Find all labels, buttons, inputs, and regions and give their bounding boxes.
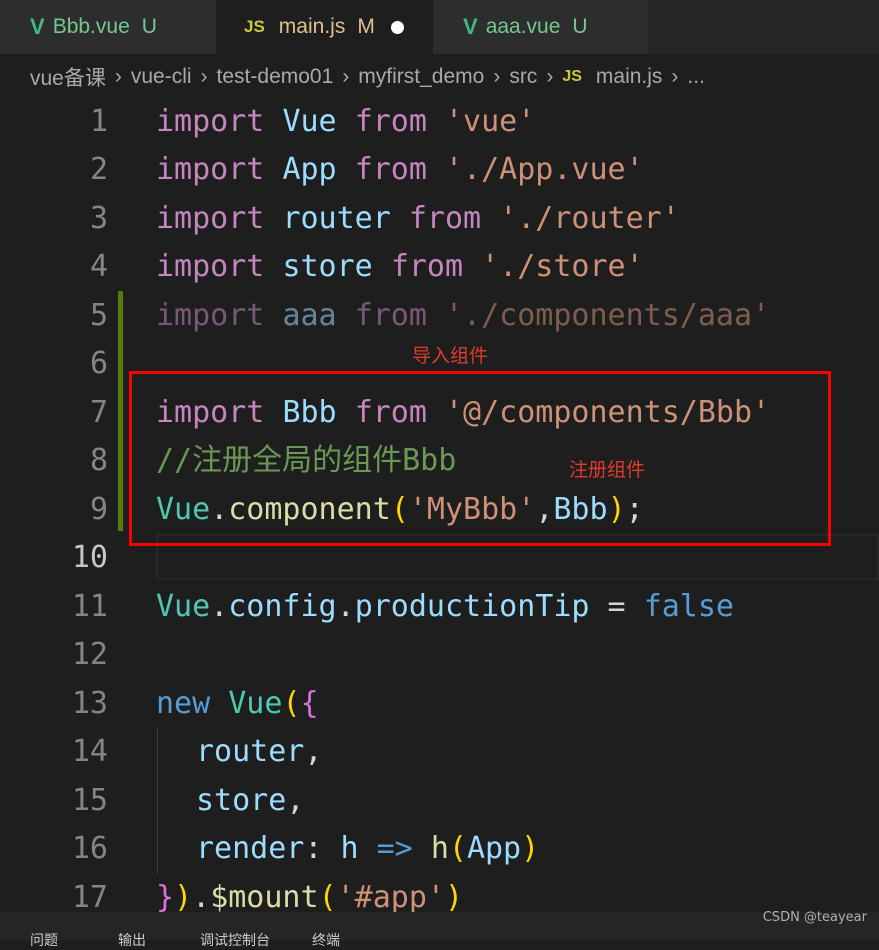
line-number: 8 (89, 443, 108, 478)
chevron-right-icon: › (493, 65, 501, 88)
line-number: 3 (89, 201, 108, 236)
breadcrumb: vue备课 › vue-cli › test-demo01 › myfirst_… (0, 54, 879, 100)
annotation-highlight-box (129, 371, 831, 546)
line-number: 2 (89, 152, 108, 187)
code-line: 15 store, (0, 776, 879, 825)
breadcrumb-item[interactable]: vue-cli (131, 65, 192, 89)
code-text[interactable]: import aaa from './components/aaa' (156, 291, 770, 340)
code-line: 2 import App from './App.vue' (0, 145, 879, 194)
line-number: 15 (71, 783, 108, 818)
line-number: 10 (71, 540, 108, 575)
breadcrumb-item[interactable]: myfirst_demo (358, 65, 484, 89)
breadcrumb-file[interactable]: main.js (596, 65, 663, 89)
tab-main-js[interactable]: JS main.js M (216, 0, 433, 54)
watermark: CSDN @teayear (762, 910, 867, 925)
breadcrumb-item[interactable]: src (509, 65, 537, 89)
line-number: 16 (71, 831, 108, 866)
tab-aaa-vue[interactable]: V aaa.vue U (433, 0, 648, 54)
code-line: 11 Vue.config.productionTip = false (0, 582, 879, 631)
js-icon: JS (244, 17, 265, 36)
tab-label: aaa.vue (485, 15, 561, 38)
code-text[interactable]: render: h => h(App) (196, 824, 539, 873)
code-text[interactable]: import Vue from 'vue' (156, 97, 535, 146)
tab-label: main.js (278, 15, 346, 38)
tab-bbb-vue[interactable]: V Bbb.vue U (0, 0, 216, 54)
line-number: 1 (89, 104, 108, 139)
line-number: 4 (89, 249, 108, 284)
panel-tab-output[interactable]: 输出 (118, 930, 146, 950)
code-line: 1 import Vue from 'vue' (0, 97, 879, 146)
modified-badge: M (357, 15, 375, 38)
code-line: 4 import store from './store' (0, 242, 879, 291)
line-number: 5 (89, 298, 108, 333)
code-line: 13 new Vue({ (0, 679, 879, 728)
code-line: 12 (0, 630, 879, 679)
code-line: 16 render: h => h(App) (0, 824, 879, 873)
code-text[interactable]: store, (196, 776, 304, 825)
annotation-import-label: 导入组件 (412, 345, 489, 367)
chevron-right-icon: › (114, 65, 122, 88)
line-number: 7 (89, 395, 108, 430)
line-number: 12 (71, 637, 108, 672)
breadcrumb-item[interactable]: vue备课 (30, 62, 106, 92)
code-text[interactable]: import App from './App.vue' (156, 145, 644, 194)
code-text[interactable]: new Vue({ (156, 679, 319, 728)
breadcrumb-more[interactable]: ... (687, 65, 705, 89)
line-number: 6 (89, 346, 108, 381)
vue-icon: V (463, 14, 478, 39)
breadcrumb-item[interactable]: test-demo01 (217, 65, 334, 89)
tab-label: Bbb.vue (52, 15, 130, 38)
vue-icon: V (30, 14, 45, 39)
editor-tab-bar: V Bbb.vue U JS main.js M V aaa.vue U (0, 0, 879, 54)
code-text[interactable]: router, (196, 727, 322, 776)
untracked-badge: U (141, 15, 157, 38)
chevron-right-icon: › (546, 65, 554, 88)
untracked-badge: U (572, 15, 588, 38)
js-icon: JS (562, 68, 582, 85)
annotation-register-label: 注册组件 (569, 459, 646, 481)
panel-tab-terminal[interactable]: 终端 (312, 930, 340, 950)
chevron-right-icon: › (671, 65, 679, 88)
panel-tab-debug-console[interactable]: 调试控制台 (200, 930, 270, 950)
unsaved-dot-icon[interactable] (390, 20, 404, 34)
line-number: 9 (89, 492, 108, 527)
line-number: 11 (71, 589, 108, 624)
panel-tab-problems[interactable]: 问题 (30, 930, 58, 950)
code-text[interactable]: import store from './store' (156, 242, 644, 291)
code-line: 3 import router from './router' (0, 194, 879, 243)
code-line: 14 router, (0, 727, 879, 776)
code-text[interactable]: import router from './router' (156, 194, 680, 243)
line-number: 14 (71, 734, 108, 769)
bottom-panel-tabs: 问题 输出 调试控制台 终端 (0, 912, 879, 949)
code-text[interactable]: Vue.config.productionTip = false (156, 582, 734, 631)
line-number: 13 (71, 686, 108, 721)
chevron-right-icon: › (200, 65, 208, 88)
code-line: 5 import aaa from './components/aaa' (0, 291, 879, 340)
chevron-right-icon: › (342, 65, 350, 88)
